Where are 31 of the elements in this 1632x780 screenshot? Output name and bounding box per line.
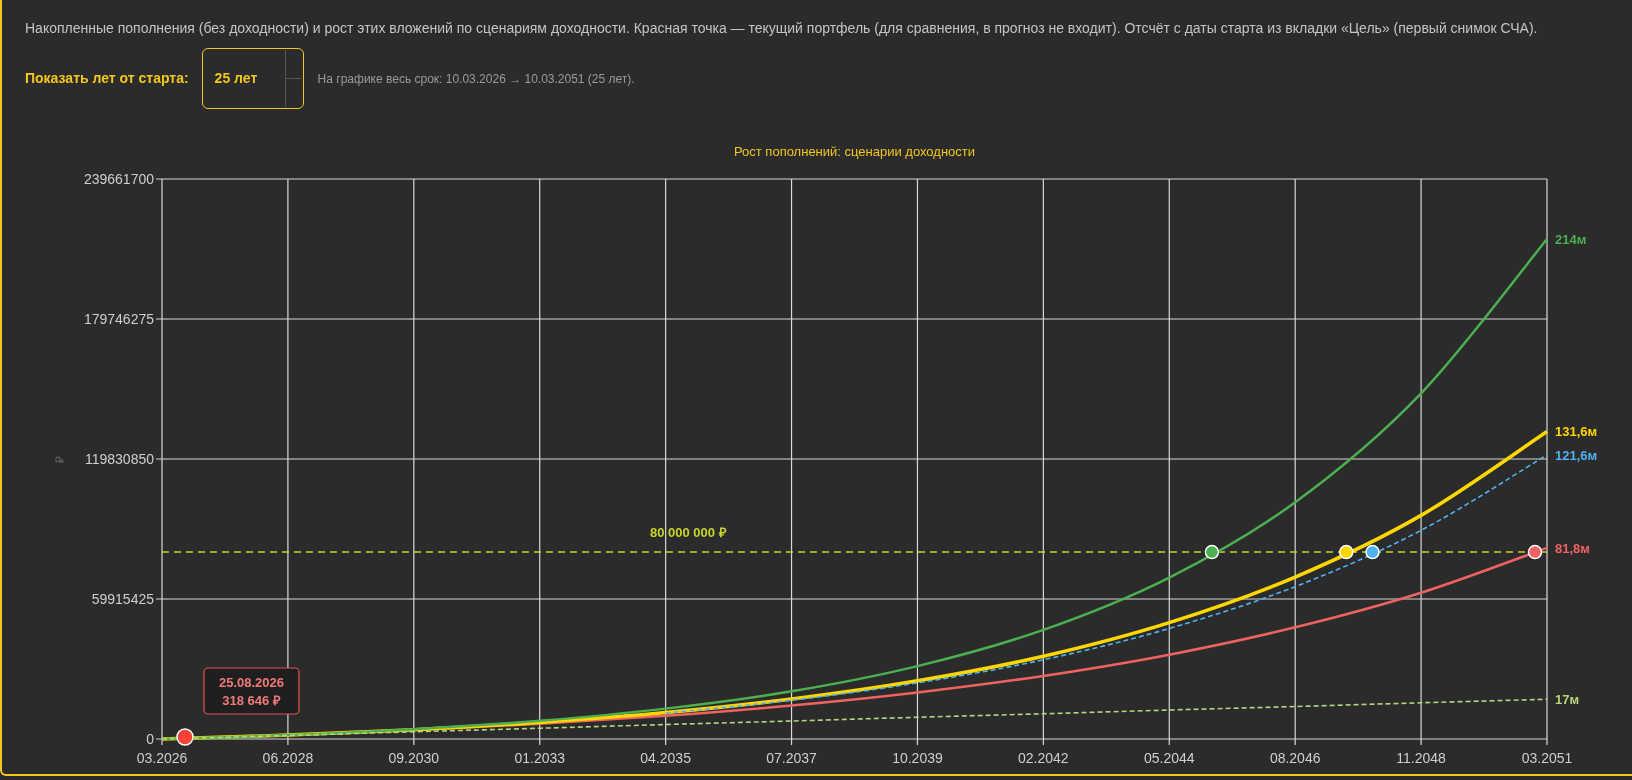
x-tick-label: 04.2035 bbox=[640, 750, 691, 766]
x-tick-label: 11.2048 bbox=[1396, 750, 1446, 766]
years-input[interactable]: 25 лет bbox=[201, 48, 304, 109]
y-tick-label: 179746275 bbox=[83, 311, 154, 327]
description-text: Накопленные пополнения (без доходности) и рост этих вложений по сценариям доходности. Красная точка — текущий портфель (для сравнения, в прогноз не входит). Отсчёт с даты старта из вкладки «Цель» (первый снимок СЧА). bbox=[24, 19, 1539, 38]
y-tick-label: 0 bbox=[146, 731, 154, 747]
end-value-label: 17м bbox=[1555, 692, 1580, 708]
x-tick-label: 10.2039 bbox=[892, 750, 943, 766]
x-tick-label: 03.2051 bbox=[1521, 750, 1573, 766]
range-hint: На графике весь срок: 10.03.2026 → 10.03.2051 (25 лет). bbox=[317, 70, 635, 88]
x-tick-label: 02.2042 bbox=[1018, 750, 1069, 766]
tooltip: 25.08.2026 318 646 ₽ bbox=[203, 667, 300, 715]
x-tick-label: 09.2030 bbox=[388, 750, 440, 766]
chart-title: Рост пополнений: сценарии доходности bbox=[733, 144, 976, 159]
years-label: Показать лет от старта: bbox=[25, 69, 189, 88]
x-tick-label: 01.2033 bbox=[514, 750, 566, 766]
target-label: 80 000 000 ₽ bbox=[649, 525, 727, 541]
x-tick-label: 06.2028 bbox=[262, 750, 314, 766]
y-axis-label: ₽ bbox=[53, 455, 67, 463]
x-tick-label: 08.2046 bbox=[1269, 750, 1321, 766]
end-value-label: 121,6м bbox=[1555, 447, 1598, 463]
end-value-label: 81,8м bbox=[1555, 540, 1590, 556]
x-tick-label: 03.2026 bbox=[136, 750, 188, 766]
y-tick-label: 239661700 bbox=[83, 171, 154, 187]
y-tick-label: 59915425 bbox=[91, 591, 154, 607]
end-value-label: 214м bbox=[1555, 231, 1587, 247]
x-tick-label: 05.2044 bbox=[1143, 750, 1195, 766]
end-value-label: 131,6м bbox=[1555, 424, 1598, 440]
x-tick-label: 07.2037 bbox=[766, 750, 817, 766]
y-tick-label: 119830850 bbox=[84, 451, 154, 467]
spinner-icon[interactable] bbox=[284, 50, 301, 107]
